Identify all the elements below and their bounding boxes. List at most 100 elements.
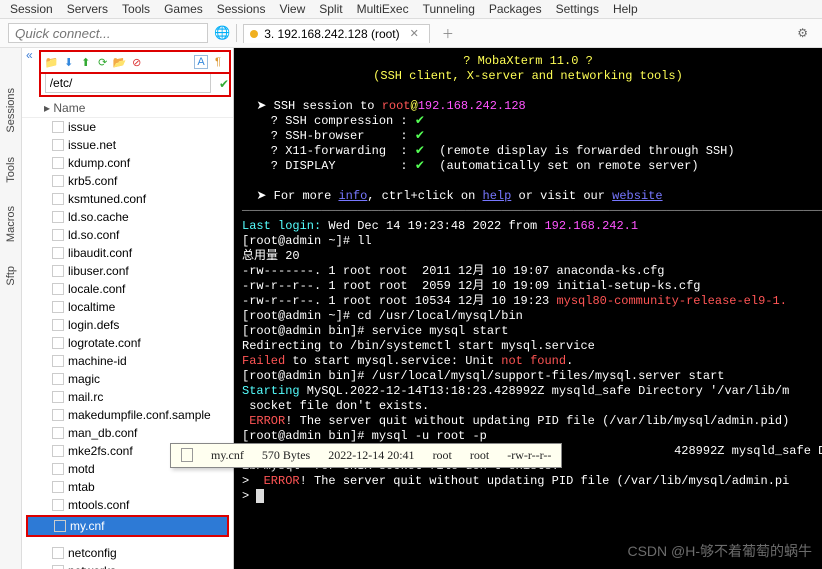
- side-panel-tabs: Sessions Tools Macros Sftp: [0, 48, 22, 569]
- menu-games[interactable]: Games: [164, 2, 203, 16]
- menu-help[interactable]: Help: [613, 2, 638, 16]
- new-tab-button[interactable]: ＋: [436, 25, 460, 42]
- terminal[interactable]: ? MobaXterm 11.0 ?(SSH client, X-server …: [234, 48, 822, 569]
- file-item[interactable]: netconfig: [22, 544, 233, 562]
- find-icon[interactable]: ¶: [211, 55, 225, 69]
- file-item[interactable]: man_db.conf: [22, 424, 233, 442]
- column-header-name[interactable]: ▸ Name: [22, 99, 233, 118]
- file-item[interactable]: libaudit.conf: [22, 244, 233, 262]
- file-icon: [52, 463, 64, 475]
- file-item[interactable]: networks: [22, 562, 233, 569]
- collapse-panel-icon[interactable]: «: [22, 48, 37, 62]
- file-item[interactable]: ld.so.conf: [22, 226, 233, 244]
- side-tab-sessions[interactable]: Sessions: [5, 88, 17, 133]
- file-item[interactable]: machine-id: [22, 352, 233, 370]
- file-icon: [52, 121, 64, 133]
- file-icon: [52, 301, 64, 313]
- file-item[interactable]: mtab: [22, 478, 233, 496]
- file-icon: [52, 157, 64, 169]
- file-item[interactable]: issue: [22, 118, 233, 136]
- divider: [236, 24, 237, 42]
- folder-icon[interactable]: 📁: [45, 55, 59, 69]
- file-name: makedumpfile.conf.sample: [68, 407, 211, 423]
- file-item[interactable]: makedumpfile.conf.sample: [22, 406, 233, 424]
- file-item[interactable]: login.defs: [22, 316, 233, 334]
- refresh-icon[interactable]: ⟳: [96, 55, 110, 69]
- settings-icon[interactable]: ⚙: [797, 26, 808, 40]
- close-tab-icon[interactable]: ✕: [410, 27, 419, 40]
- file-icon: [181, 448, 193, 462]
- file-name: libuser.conf: [68, 263, 129, 279]
- file-tree[interactable]: issue issue.net kdump.confkrb5.confksmtune…: [22, 118, 233, 569]
- connection-bar: 🌐 3. 192.168.242.128 (root) ✕ ＋ ⚙: [0, 19, 822, 48]
- file-name: motd: [68, 461, 95, 477]
- menu-session[interactable]: Session: [10, 2, 53, 16]
- file-icon: [52, 445, 64, 457]
- file-icon: [52, 247, 64, 259]
- upload-icon[interactable]: ⬆: [79, 55, 93, 69]
- path-ok-icon: ✔: [219, 77, 229, 91]
- menu-view[interactable]: View: [279, 2, 305, 16]
- file-icon: [52, 499, 64, 511]
- file-icon: [52, 337, 64, 349]
- sftp-path-input[interactable]: [45, 74, 211, 93]
- file-name: issue.net: [68, 137, 116, 153]
- file-name: netconfig: [68, 545, 117, 561]
- menu-servers[interactable]: Servers: [67, 2, 108, 16]
- file-item[interactable]: magic: [22, 370, 233, 388]
- quick-connect-input[interactable]: [8, 23, 208, 43]
- tooltip-size: 570 Bytes: [262, 448, 310, 463]
- sftp-panel: « 📁 ⬇ ⬆ ⟳ 📂 ⊘ A ¶ ✔: [22, 48, 234, 569]
- menu-packages[interactable]: Packages: [489, 2, 542, 16]
- watermark: CSDN @H-够不着葡萄的蜗牛: [627, 541, 812, 561]
- file-name: magic: [68, 371, 100, 387]
- file-icon: [52, 565, 64, 569]
- file-item[interactable]: issue.net: [22, 136, 233, 154]
- side-tab-macros[interactable]: Macros: [5, 206, 17, 242]
- file-item[interactable]: mail.rc: [22, 388, 233, 406]
- file-icon: [52, 175, 64, 187]
- menu-split[interactable]: Split: [319, 2, 342, 16]
- file-item[interactable]: libuser.conf: [22, 262, 233, 280]
- menu-sessions2[interactable]: Sessions: [217, 2, 266, 16]
- file-icon: [52, 283, 64, 295]
- file-name: mtab: [68, 479, 95, 495]
- file-name: my.cnf: [70, 518, 104, 534]
- file-name: logrotate.conf: [68, 335, 141, 351]
- menu-tunneling[interactable]: Tunneling: [423, 2, 475, 16]
- file-item[interactable]: ld.so.cache: [22, 208, 233, 226]
- download-icon[interactable]: ⬇: [62, 55, 76, 69]
- file-icon: [52, 547, 64, 559]
- file-icon: [52, 265, 64, 277]
- file-item[interactable]: kdump.conf: [22, 154, 233, 172]
- file-icon: [52, 427, 64, 439]
- tab-title: 3. 192.168.242.128 (root): [264, 27, 399, 41]
- session-tab[interactable]: 3. 192.168.242.128 (root) ✕: [243, 24, 430, 43]
- file-item[interactable]: krb5.conf: [22, 172, 233, 190]
- file-name: kdump.conf: [68, 155, 130, 171]
- file-name: networks: [68, 563, 116, 569]
- new-folder-icon[interactable]: 📂: [113, 55, 127, 69]
- menu-tools[interactable]: Tools: [122, 2, 150, 16]
- text-icon[interactable]: A: [194, 55, 208, 69]
- delete-icon[interactable]: ⊘: [130, 55, 144, 69]
- globe-icon[interactable]: 🌐: [214, 25, 230, 41]
- file-item[interactable]: ksmtuned.conf: [22, 190, 233, 208]
- file-name: mke2fs.conf: [68, 443, 133, 459]
- file-name: ld.so.conf: [68, 227, 119, 243]
- tooltip-owner: root: [433, 448, 452, 463]
- file-name: mail.rc: [68, 389, 103, 405]
- side-tab-tools[interactable]: Tools: [5, 157, 17, 183]
- file-name: machine-id: [68, 353, 127, 369]
- file-item[interactable]: localtime: [22, 298, 233, 316]
- file-item[interactable]: my.cnf: [28, 517, 227, 535]
- tooltip-perms: -rw-r--r--: [507, 448, 551, 463]
- menu-settings[interactable]: Settings: [556, 2, 599, 16]
- side-tab-sftp[interactable]: Sftp: [5, 266, 17, 286]
- file-name: issue: [68, 119, 96, 135]
- menu-multiexec[interactable]: MultiExec: [357, 2, 409, 16]
- file-item[interactable]: mtools.conf: [22, 496, 233, 514]
- file-item[interactable]: logrotate.conf: [22, 334, 233, 352]
- file-item[interactable]: locale.conf: [22, 280, 233, 298]
- sftp-toolbar: 📁 ⬇ ⬆ ⟳ 📂 ⊘ A ¶: [39, 50, 231, 74]
